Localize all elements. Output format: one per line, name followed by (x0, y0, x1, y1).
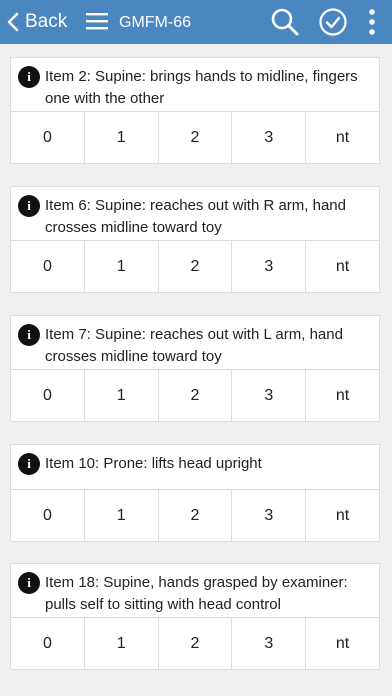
info-icon[interactable]: i (18, 66, 40, 88)
score-option-nt[interactable]: nt (305, 112, 379, 163)
score-option-0[interactable]: 0 (11, 241, 84, 292)
info-icon[interactable]: i (18, 572, 40, 594)
item-card: i Item 10: Prone: lifts head upright 0 1… (10, 444, 380, 542)
score-option-2[interactable]: 2 (157, 618, 232, 669)
score-option-2[interactable]: 2 (157, 370, 232, 421)
score-option-1[interactable]: 1 (83, 112, 158, 163)
item-header: i Item 7: Supine: reaches out with L arm… (11, 316, 379, 369)
item-description: Item 10: Prone: lifts head upright (45, 455, 262, 472)
score-option-2[interactable]: 2 (157, 112, 232, 163)
score-option-0[interactable]: 0 (11, 490, 84, 541)
score-option-3[interactable]: 3 (231, 241, 305, 292)
check-circle-icon[interactable] (318, 7, 348, 42)
item-description: Item 7: Supine: reaches out with L arm, … (45, 326, 343, 365)
score-option-0[interactable]: 0 (11, 370, 84, 421)
score-option-3[interactable]: 3 (231, 370, 305, 421)
score-option-nt[interactable]: nt (305, 241, 379, 292)
score-option-nt[interactable]: nt (305, 490, 379, 541)
score-option-nt[interactable]: nt (305, 618, 379, 669)
item-description: Item 18: Supine, hands grasped by examin… (45, 574, 348, 613)
score-option-1[interactable]: 1 (83, 241, 158, 292)
score-option-1[interactable]: 1 (83, 618, 158, 669)
score-options: 0 1 2 3 nt (11, 111, 379, 163)
score-option-3[interactable]: 3 (231, 490, 305, 541)
item-card: i Item 18: Supine, hands grasped by exam… (10, 563, 380, 670)
score-option-3[interactable]: 3 (231, 618, 305, 669)
item-header: i Item 10: Prone: lifts head upright (11, 445, 379, 489)
item-header: i Item 18: Supine, hands grasped by exam… (11, 564, 379, 617)
item-header: i Item 6: Supine: reaches out with R arm… (11, 187, 379, 240)
chevron-left-icon (7, 12, 19, 32)
item-card: i Item 2: Supine: brings hands to midlin… (10, 57, 380, 164)
item-header: i Item 2: Supine: brings hands to midlin… (11, 58, 379, 111)
back-label: Back (25, 11, 68, 32)
item-card: i Item 7: Supine: reaches out with L arm… (10, 315, 380, 422)
more-vertical-icon[interactable] (368, 8, 376, 41)
menu-icon[interactable] (86, 12, 108, 35)
score-option-3[interactable]: 3 (231, 112, 305, 163)
score-option-0[interactable]: 0 (11, 618, 84, 669)
info-icon[interactable]: i (18, 195, 40, 217)
score-option-0[interactable]: 0 (11, 112, 84, 163)
info-icon[interactable]: i (18, 324, 40, 346)
item-description: Item 6: Supine: reaches out with R arm, … (45, 197, 346, 236)
score-options: 0 1 2 3 nt (11, 489, 379, 541)
search-icon[interactable] (270, 7, 300, 42)
score-option-2[interactable]: 2 (157, 241, 232, 292)
info-icon[interactable]: i (18, 453, 40, 475)
item-card: i Item 6: Supine: reaches out with R arm… (10, 186, 380, 293)
score-option-1[interactable]: 1 (83, 490, 158, 541)
score-options: 0 1 2 3 nt (11, 240, 379, 292)
top-navigation-bar: Back GMFM-66 (0, 0, 392, 44)
score-option-2[interactable]: 2 (157, 490, 232, 541)
back-button[interactable]: Back (7, 7, 67, 37)
score-options: 0 1 2 3 nt (11, 617, 379, 669)
score-options: 0 1 2 3 nt (11, 369, 379, 421)
page-title: GMFM-66 (119, 14, 191, 31)
score-option-nt[interactable]: nt (305, 370, 379, 421)
score-option-1[interactable]: 1 (83, 370, 158, 421)
item-description: Item 2: Supine: brings hands to midline,… (45, 68, 358, 107)
